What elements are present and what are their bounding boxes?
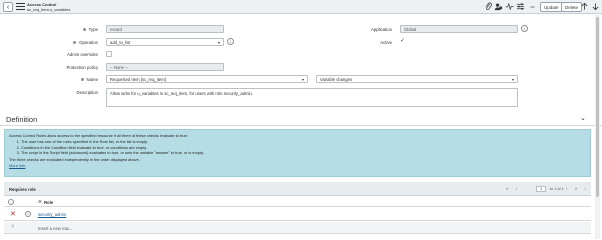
- chevron-down-icon: ▾: [217, 40, 220, 45]
- next-record-icon[interactable]: [591, 2, 600, 11]
- page-range-text: to 1 of 1: [550, 187, 564, 191]
- protection-policy-label: Protection policy: [66, 65, 98, 70]
- record-info-icon[interactable]: i: [25, 211, 31, 217]
- info-icon[interactable]: i: [521, 25, 528, 32]
- related-list-column-header: ☰ Role: [4, 197, 591, 207]
- insert-row-icon: ×: [11, 224, 15, 230]
- operation-select[interactable]: add_to_list ▾: [106, 38, 224, 46]
- info-icon[interactable]: i: [227, 38, 234, 45]
- required-indicator-icon: [80, 78, 84, 82]
- update-button[interactable]: Update: [540, 2, 563, 12]
- back-button[interactable]: ‹: [3, 2, 13, 12]
- admin-overrides-checkbox[interactable]: [106, 51, 112, 57]
- activity-icon[interactable]: [505, 2, 514, 11]
- next-page-icon[interactable]: ›: [566, 186, 567, 191]
- paperclip-icon[interactable]: [484, 2, 493, 11]
- form-subtitle: sc_req_item.u_variables: [27, 7, 71, 12]
- insert-row-placeholder: Insert a new row...: [38, 226, 72, 231]
- required-indicator-icon: [73, 41, 77, 45]
- form-header: ‹ Access Control sc_req_item.u_variables…: [0, 0, 602, 14]
- definition-check-list: The user has one of the roles specified …: [21, 139, 586, 155]
- previous-page-icon[interactable]: ‹: [516, 186, 517, 191]
- active-label: Active: [380, 40, 392, 45]
- more-options-icon[interactable]: •••: [528, 2, 537, 11]
- description-textarea[interactable]: Allow write for u_variables in sc_req_it…: [106, 88, 518, 107]
- first-page-icon[interactable]: «: [506, 186, 508, 191]
- chevron-down-icon: ▾: [301, 77, 304, 82]
- previous-record-icon[interactable]: [580, 2, 589, 11]
- refresh-icon[interactable]: ◌: [584, 186, 587, 191]
- application-field: Global: [400, 25, 518, 33]
- insert-row[interactable]: × Insert a new row...: [4, 222, 591, 234]
- table-row: ✕ i security_admin: [4, 208, 591, 221]
- related-list-title: Requires role: [9, 187, 36, 192]
- last-page-icon[interactable]: »: [575, 186, 577, 191]
- column-search-icon[interactable]: ☰: [38, 199, 42, 204]
- related-list-header: Requires role « ‹ 1 to 1 of 1 › » ◌: [4, 182, 591, 196]
- application-label: Application: [370, 27, 392, 32]
- more-info-link[interactable]: More Info: [9, 163, 25, 168]
- name-label: Name: [70, 77, 98, 82]
- collapse-chevron-icon[interactable]: ⌄: [580, 114, 586, 122]
- delete-button[interactable]: Delete: [561, 2, 583, 12]
- settings-sliders-icon[interactable]: [516, 2, 525, 11]
- name-field-select[interactable]: Variable changes ▾: [316, 75, 518, 83]
- hamburger-menu-icon[interactable]: [16, 3, 25, 11]
- page-number-input[interactable]: 1: [536, 186, 546, 192]
- user-group-icon[interactable]: [494, 2, 503, 11]
- scrollbar-thumb[interactable]: [596, 17, 599, 197]
- definition-check-item: The script in the Script field (advanced…: [21, 150, 586, 155]
- definition-check-item: Conditions in the Condition field evalua…: [21, 145, 586, 150]
- type-field: record: [106, 25, 224, 33]
- name-table-select[interactable]: Requested Item [sc_req_item] ▾: [106, 75, 308, 83]
- definition-intro: Access Control Rules allow access to the…: [9, 133, 188, 138]
- protection-policy-field: -- None --: [106, 63, 224, 71]
- list-settings-icon[interactable]: [8, 199, 14, 205]
- definition-info-box: Access Control Rules allow access to the…: [4, 129, 591, 177]
- description-label: Description: [76, 90, 99, 95]
- role-link[interactable]: security_admin: [38, 212, 66, 217]
- section-divider: [0, 125, 602, 126]
- admin-overrides-label: Admin overrides: [66, 52, 98, 57]
- active-checkmark-icon[interactable]: ✓: [400, 37, 405, 44]
- operation-label: Operation: [68, 40, 98, 45]
- delete-row-icon[interactable]: ✕: [10, 210, 16, 218]
- definition-heading: Definition: [6, 115, 38, 124]
- definition-note: The three checks are evaluated independe…: [9, 156, 140, 162]
- definition-check-item: The user has one of the roles specified …: [21, 139, 586, 144]
- chevron-down-icon: ▾: [511, 77, 514, 82]
- required-indicator-icon: [82, 28, 86, 32]
- type-label: Type: [70, 27, 98, 32]
- role-column-header[interactable]: Role: [44, 200, 53, 205]
